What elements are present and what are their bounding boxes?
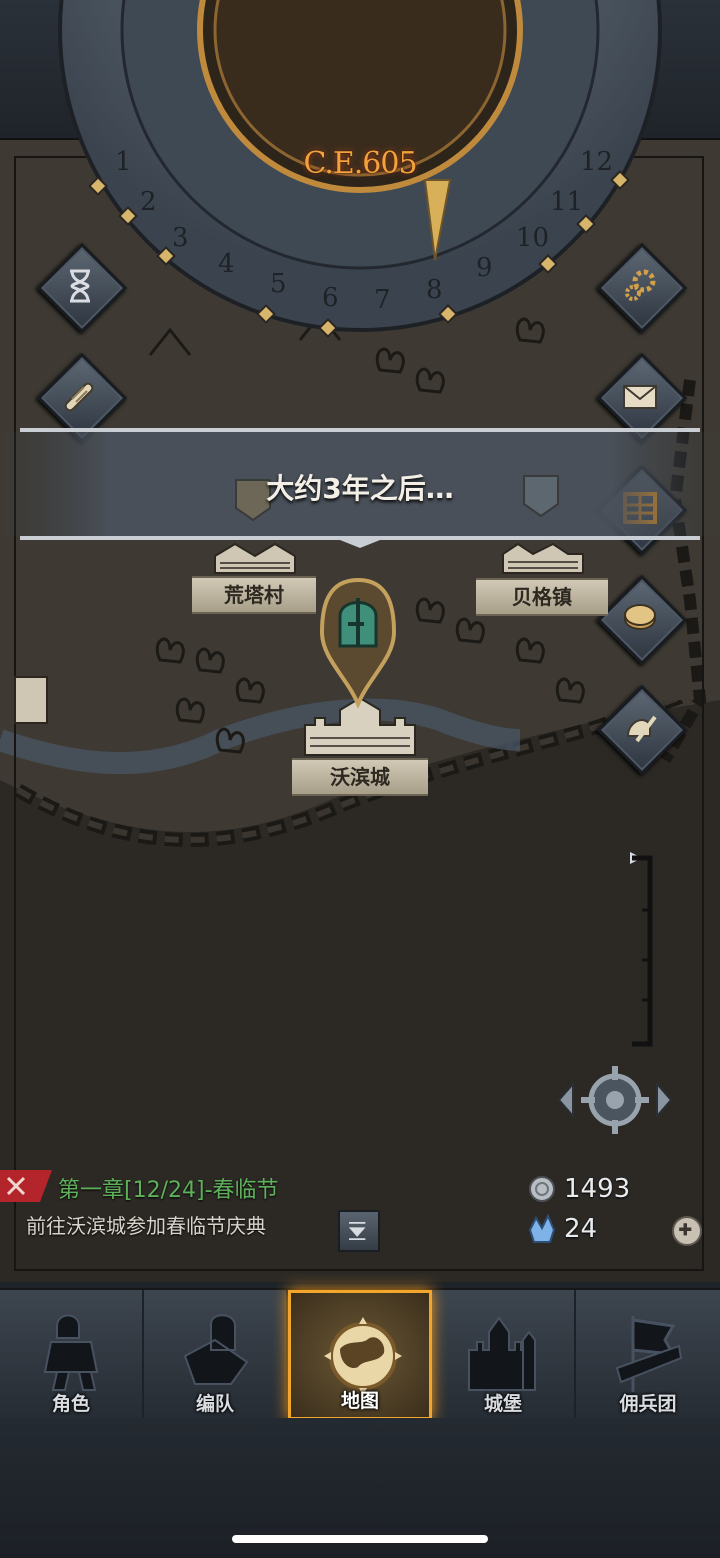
add-crystal-button[interactable] — [672, 1216, 702, 1246]
tab-castle-label: 城堡 — [483, 1393, 522, 1415]
month-4: 4 — [218, 249, 235, 279]
tab-character-label: 角色 — [51, 1393, 90, 1415]
month-12: 12 — [580, 147, 613, 177]
quest-title[interactable]: 第一章[12/24]-春临节 — [58, 1172, 279, 1204]
era-year-label: C.E.605 — [303, 146, 417, 181]
bottom-nav: 角色 编队 N 地图 城堡 佣兵团 — [0, 1288, 720, 1420]
collapse-quest-button[interactable] — [338, 1210, 380, 1252]
tab-map[interactable]: N 地图 — [288, 1290, 432, 1420]
month-2: 2 — [140, 187, 157, 217]
quest-description[interactable]: 前往沃滨城参加春临节庆典 — [26, 1210, 266, 1239]
tab-squad-label: 编队 — [195, 1393, 234, 1415]
compass-north-label: N — [359, 1309, 367, 1310]
crystal-amount: 24 — [564, 1214, 598, 1244]
tab-map-label: 地图 — [340, 1390, 379, 1412]
settings-button[interactable] — [596, 242, 688, 334]
month-11: 11 — [550, 187, 583, 217]
village-label[interactable]: 荒塔村 — [192, 576, 316, 614]
town-building — [502, 542, 584, 574]
knight-icon — [43, 1314, 99, 1391]
plus-icon — [679, 1223, 692, 1236]
mercenary-icon — [626, 715, 657, 743]
city-label[interactable]: 沃滨城 — [292, 758, 428, 796]
tab-mercenary[interactable]: 佣兵团 — [576, 1290, 720, 1420]
quest-swords-icon — [0, 1170, 52, 1202]
locate-icon[interactable] — [555, 1060, 675, 1140]
village-building — [214, 542, 296, 574]
month-6: 6 — [322, 283, 339, 313]
helmet-marker-icon[interactable] — [318, 576, 398, 708]
banner-icon — [615, 1316, 683, 1392]
coin-button[interactable] — [596, 574, 688, 666]
silver-resource: 1493 — [528, 1174, 630, 1204]
banner-text: 大约3年之后… — [266, 472, 454, 505]
crystal-resource: 24 — [528, 1214, 597, 1244]
tab-mercenary-label: 佣兵团 — [619, 1393, 677, 1415]
town-label[interactable]: 贝格镇 — [476, 578, 608, 616]
squad-icon — [183, 1314, 249, 1385]
tab-squad[interactable]: 编队 — [144, 1290, 288, 1420]
silver-coin-icon — [529, 1176, 555, 1202]
scroll-icon — [64, 382, 94, 412]
castle-icon — [468, 1316, 536, 1391]
hourglass-button[interactable] — [36, 242, 128, 334]
month-1: 1 — [115, 147, 132, 177]
month-7: 7 — [374, 285, 391, 315]
coin-icon — [624, 604, 656, 630]
mercenary-button[interactable] — [596, 684, 688, 776]
tab-castle[interactable]: 城堡 — [432, 1290, 576, 1420]
offscreen-town — [14, 676, 48, 724]
crystal-icon — [528, 1214, 556, 1243]
silver-amount: 1493 — [564, 1174, 631, 1204]
chevron-down-icon — [348, 1221, 366, 1241]
month-8: 8 — [426, 275, 443, 305]
month-10: 10 — [516, 223, 549, 253]
hourglass-icon — [70, 269, 90, 303]
gear-icon — [625, 269, 656, 301]
month-3: 3 — [172, 223, 189, 253]
zoom-scale[interactable] — [628, 850, 668, 1050]
tab-character[interactable]: 角色 — [0, 1290, 144, 1420]
mail-icon — [623, 385, 657, 409]
month-5: 5 — [270, 269, 287, 299]
home-indicator[interactable] — [232, 1535, 488, 1543]
month-9: 9 — [476, 253, 493, 283]
